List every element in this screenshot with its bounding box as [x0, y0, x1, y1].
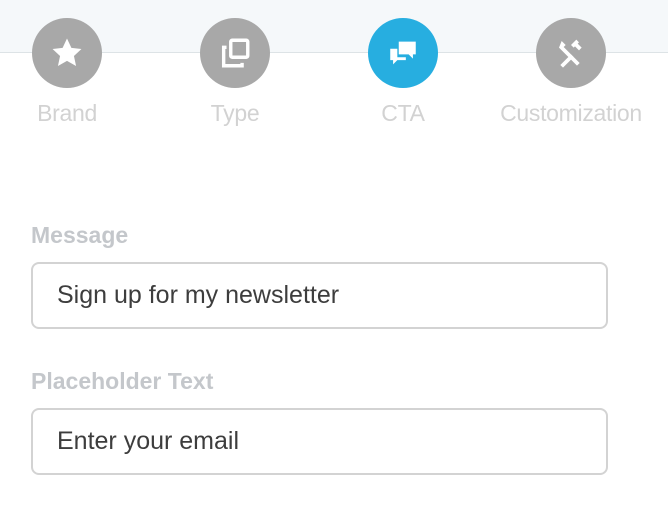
step-cta-circle[interactable]: [368, 18, 438, 88]
step-type-circle[interactable]: [200, 18, 270, 88]
tools-icon: [559, 39, 582, 68]
step-customization[interactable]: Customization: [486, 18, 656, 127]
step-cta-label: CTA: [381, 100, 425, 126]
step-cta[interactable]: CTA: [318, 18, 488, 127]
star-icon: [52, 38, 82, 67]
step-type-label: Type: [210, 100, 260, 126]
step-customization-label: Customization: [500, 100, 642, 126]
cta-settings-page: Brand Type CTA Customization Message Sig…: [0, 0, 668, 514]
placeholder-text-label: Placeholder Text: [31, 368, 214, 394]
step-brand-circle[interactable]: [32, 18, 102, 88]
step-type[interactable]: Type: [150, 18, 320, 127]
copy-icon: [221, 38, 250, 68]
chat-bubbles-icon: [390, 41, 416, 65]
step-customization-circle[interactable]: [536, 18, 606, 88]
message-label: Message: [31, 222, 129, 248]
message-input[interactable]: [31, 262, 608, 329]
step-brand-label: Brand: [37, 100, 97, 126]
step-brand[interactable]: Brand: [0, 18, 152, 127]
placeholder-text-input[interactable]: [31, 408, 608, 475]
